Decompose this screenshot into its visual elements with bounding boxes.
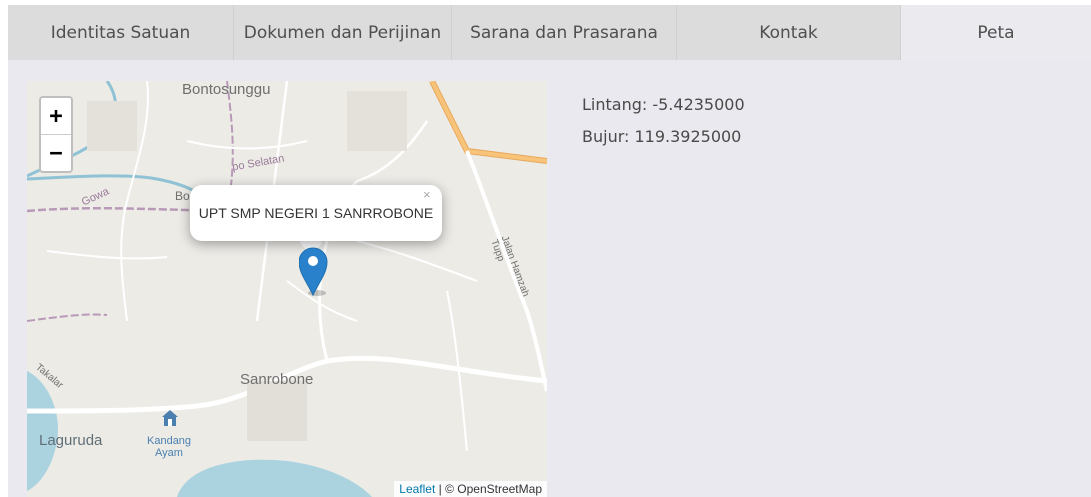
- tab-kontak[interactable]: Kontak: [677, 5, 901, 60]
- marker-popup: UPT SMP NEGERI 1 SANRROBONE: [190, 185, 442, 241]
- popup-close-button[interactable]: ×: [423, 187, 431, 202]
- coordinates-panel: Lintang: -5.4235000 Bujur: 119.3925000: [582, 89, 745, 153]
- tab-bar: Identitas Satuan Dokumen dan Perijinan S…: [8, 5, 1091, 60]
- tab-peta[interactable]: Peta: [901, 5, 1091, 60]
- popup-school-name: UPT SMP NEGERI 1 SANRROBONE: [198, 205, 434, 221]
- map-label-laguruda: Laguruda: [39, 432, 103, 449]
- attribution-text: | © OpenStreetMap: [435, 482, 542, 496]
- tab-dokumen-dan-perijinan[interactable]: Dokumen dan Perijinan: [234, 5, 452, 60]
- latitude-text: Lintang: -5.4235000: [582, 95, 745, 114]
- zoom-out-button[interactable]: −: [41, 135, 71, 171]
- tab-identitas-satuan[interactable]: Identitas Satuan: [8, 5, 234, 60]
- house-icon: [162, 410, 178, 426]
- map-attribution: Leaflet | © OpenStreetMap: [394, 481, 547, 497]
- map-tiles: [27, 81, 547, 497]
- leaflet-link[interactable]: Leaflet: [399, 482, 435, 496]
- content-panel: Identitas Satuan Dokumen dan Perijinan S…: [8, 5, 1091, 497]
- zoom-in-button[interactable]: +: [41, 98, 71, 135]
- map-view[interactable]: Bontosunggu Sanrobone Laguruda Kandang A…: [27, 81, 547, 497]
- zoom-control: + −: [39, 96, 73, 173]
- map-label-bo: Bo: [175, 189, 190, 203]
- map-marker-icon[interactable]: [299, 247, 329, 297]
- longitude-text: Bujur: 119.3925000: [582, 127, 742, 146]
- map-label-ayam: Ayam: [155, 447, 183, 459]
- tab-sarana-dan-prasarana[interactable]: Sarana dan Prasarana: [452, 5, 677, 60]
- map-label-sanrobone: Sanrobone: [240, 371, 314, 388]
- map-label-kandang: Kandang: [147, 435, 192, 447]
- map-label-bontosunggu: Bontosunggu: [182, 81, 271, 98]
